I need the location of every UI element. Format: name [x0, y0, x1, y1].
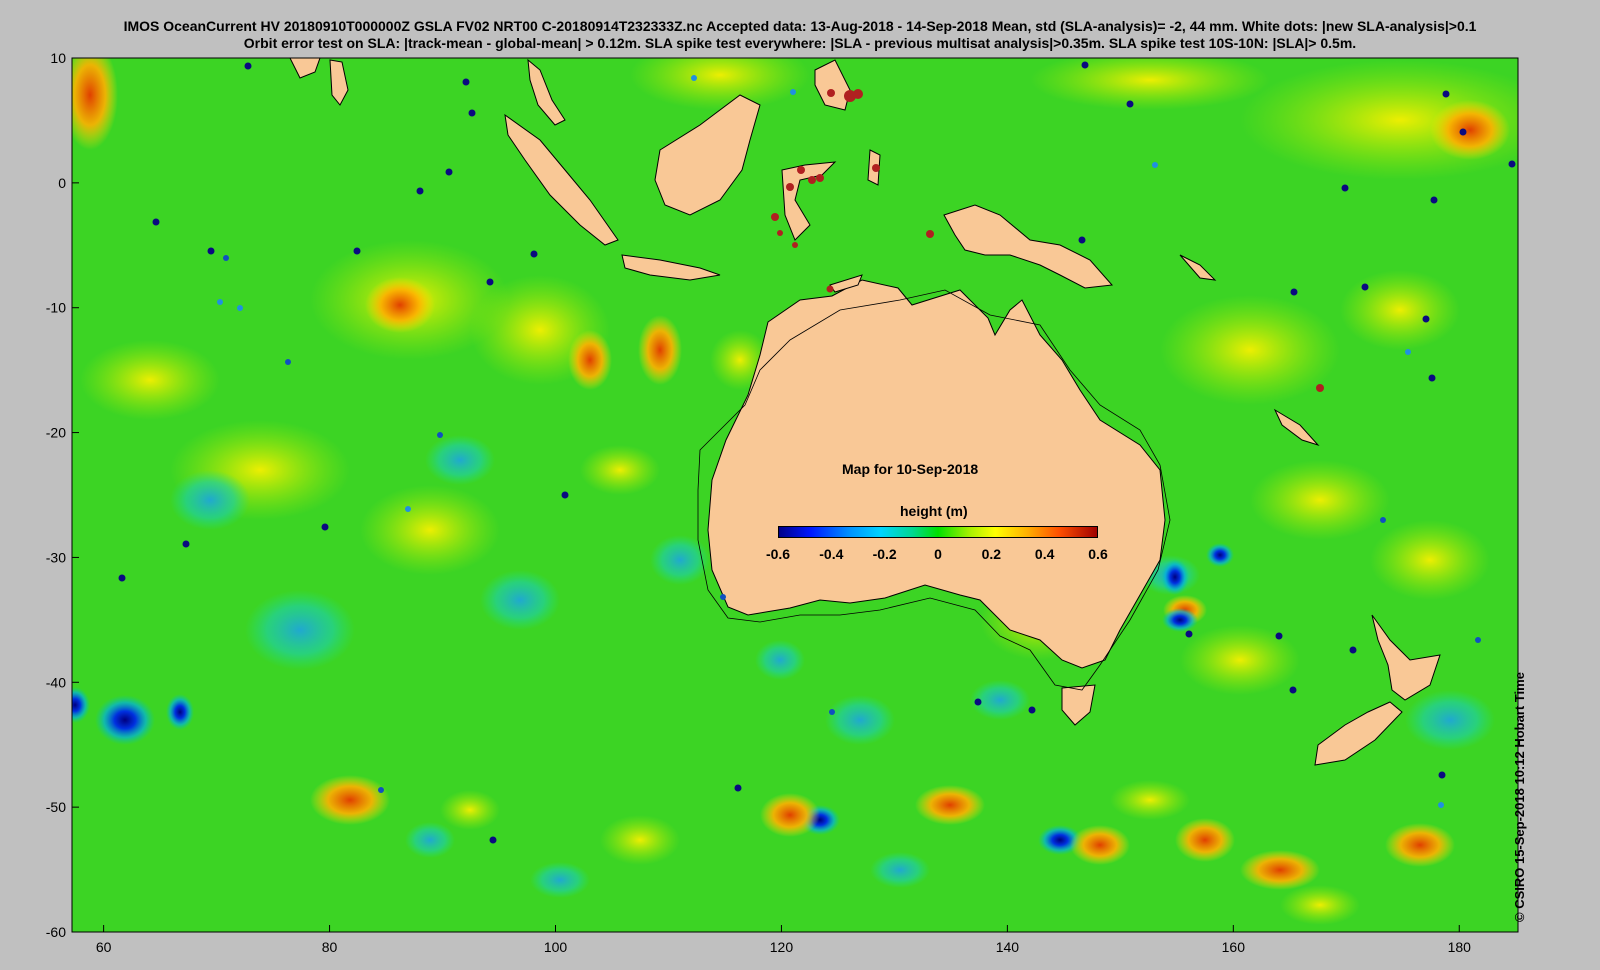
lon-tick-label: 140	[996, 939, 1020, 955]
lon-tick-label: 120	[770, 939, 794, 955]
lat-tick-label: -30	[46, 549, 66, 565]
colorbar-tick-label: 0	[934, 546, 942, 562]
colorbar-tick-label: -0.6	[765, 546, 791, 562]
sea-level-map: 60 80 100 120 140 160 180 100-10-20-30-40-50-6…	[46, 50, 1519, 955]
lon-tick-label: 80	[322, 939, 338, 955]
lat-tick-label: 10	[50, 50, 66, 66]
colorbar	[778, 526, 1098, 538]
lat-tick-label: -20	[46, 425, 66, 441]
lat-tick-label: -50	[46, 799, 66, 815]
lat-tick-label: -10	[46, 300, 66, 316]
lat-tick-label: -40	[46, 674, 66, 690]
lon-tick-label: 160	[1222, 939, 1246, 955]
lat-tick-label: 0	[58, 175, 66, 191]
colorbar-tick-label: 0.6	[1088, 546, 1108, 562]
colorbar-title: height (m)	[900, 503, 968, 519]
colorbar-tick-label: 0.2	[981, 546, 1002, 562]
colorbar-tick-label: -0.2	[872, 546, 897, 562]
lon-tick-label: 60	[96, 939, 112, 955]
colorbar-tick-label: -0.4	[819, 546, 844, 562]
lon-tick-label: 100	[544, 939, 568, 955]
lon-tick-label: 180	[1448, 939, 1472, 955]
lat-tick-label: -60	[46, 924, 66, 940]
map-title: Map for 10-Sep-2018	[842, 461, 979, 477]
credit-text: © CSIRO 15-Sep-2018 10:12 Hobart Time	[1512, 672, 1527, 922]
colorbar-tick-label: 0.4	[1034, 546, 1055, 562]
